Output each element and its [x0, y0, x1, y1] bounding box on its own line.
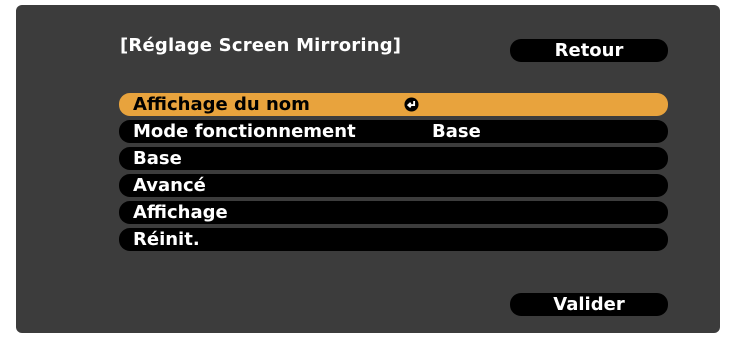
menu-item-value: Base: [432, 121, 481, 142]
menu-item-base[interactable]: Base: [119, 147, 668, 170]
menu-item-label: Base: [133, 148, 182, 169]
menu-item-advanced[interactable]: Avancé: [119, 174, 668, 197]
enter-icon: [404, 97, 419, 112]
menu-item-display[interactable]: Affichage: [119, 201, 668, 224]
menu-item-display-name[interactable]: Affichage du nom: [119, 93, 668, 116]
menu-item-label: Affichage du nom: [133, 94, 310, 115]
menu-item-reset[interactable]: Réinit.: [119, 228, 668, 251]
menu-item-operation-mode[interactable]: Mode fonctionnement Base: [119, 120, 668, 143]
projector-menu-panel: [Réglage Screen Mirroring] Retour Affich…: [16, 5, 720, 333]
menu-item-label: Affichage: [133, 202, 228, 223]
menu-item-label: Avancé: [133, 175, 206, 196]
confirm-button[interactable]: Valider: [510, 293, 668, 316]
menu-item-label: Mode fonctionnement: [133, 121, 356, 142]
page-title: [Réglage Screen Mirroring]: [120, 35, 402, 56]
settings-menu: Affichage du nom Mode fonctionnement Bas…: [119, 93, 668, 255]
menu-item-label: Réinit.: [133, 229, 200, 250]
back-button[interactable]: Retour: [510, 39, 668, 62]
